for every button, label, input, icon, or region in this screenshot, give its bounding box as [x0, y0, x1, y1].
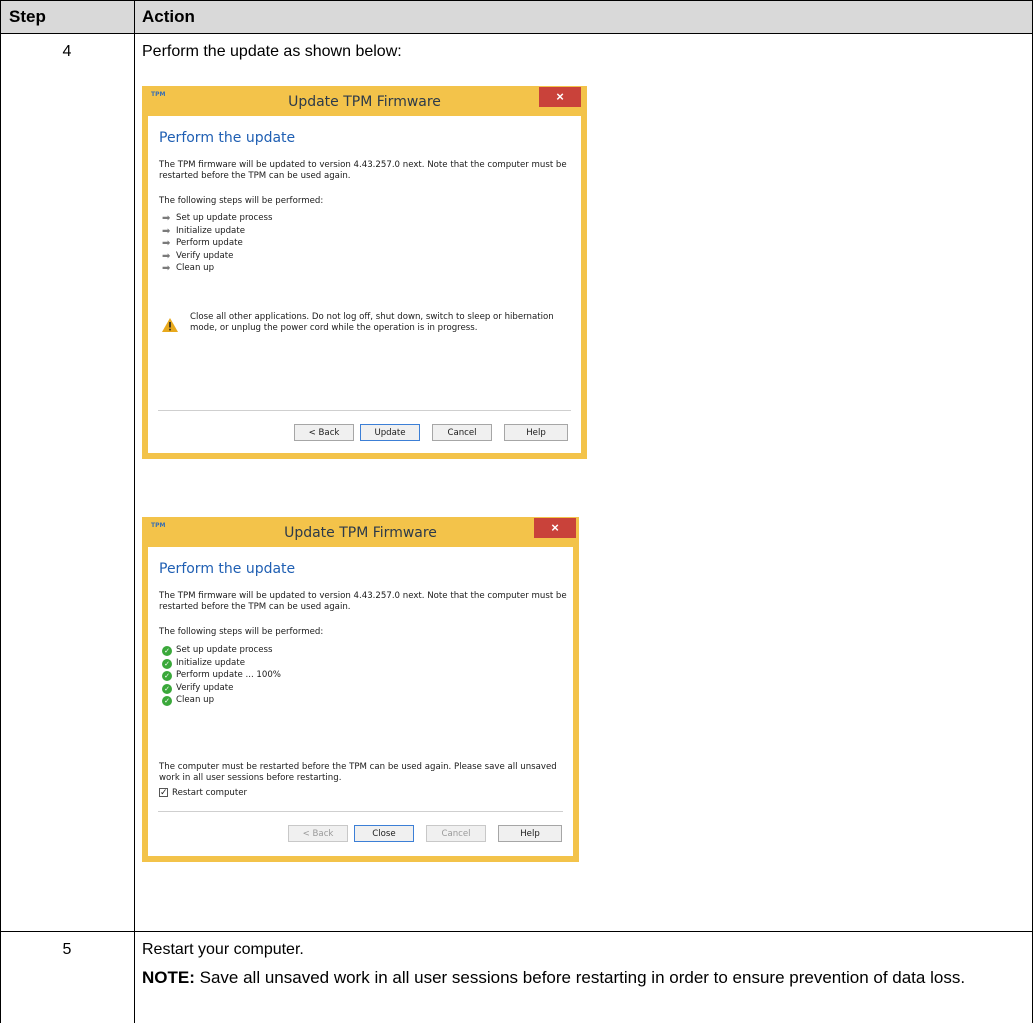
warning-icon	[162, 318, 178, 332]
arrow-icon: ➡	[162, 263, 171, 274]
dialog-content: Perform the update The TPM firmware will…	[148, 547, 573, 856]
steps-list: ✓ Set up update process ✓ Initialize updat…	[162, 644, 281, 707]
help-button[interactable]: Help	[498, 825, 562, 842]
step-5-instruction: Restart your computer.	[142, 941, 304, 958]
dialog-intro: The TPM firmware will be updated to vers…	[159, 160, 567, 181]
list-item: ✓ Perform update ... 100%	[162, 669, 281, 682]
steps-label: The following steps will be performed:	[159, 627, 324, 637]
steps-list: ➡ Set up update process ➡ Initialize updat…	[162, 212, 273, 275]
list-item: ➡ Initialize update	[162, 225, 245, 237]
dialog-separator	[158, 410, 571, 411]
step-4-instruction: Perform the update as shown below:	[142, 43, 402, 60]
note-paragraph: NOTE: Save all unsaved work in all user …	[142, 965, 1012, 990]
update-button[interactable]: Update	[360, 424, 420, 441]
dialog-heading: Perform the update	[159, 561, 296, 577]
table-border-mid	[134, 0, 135, 1023]
check-icon: ✓	[162, 683, 172, 694]
restart-message: The computer must be restarted before th…	[159, 762, 557, 783]
dialog-title: Update TPM Firmware	[284, 525, 437, 541]
dialog-content: Perform the update The TPM firmware will…	[148, 116, 581, 453]
warning-row: Close all other applications. Do not log…	[162, 312, 572, 344]
arrow-icon: ➡	[162, 238, 171, 249]
list-item: ✓ Initialize update	[162, 657, 281, 670]
back-button[interactable]: < Back	[288, 825, 348, 842]
arrow-icon: ➡	[162, 213, 171, 224]
step-number-5: 5	[62, 941, 72, 958]
restart-checkbox[interactable]: ✓	[159, 788, 168, 798]
restart-checkbox-row[interactable]: ✓ Restart computer	[159, 787, 247, 799]
table-border-top	[0, 0, 1033, 1]
list-item: ✓ Clean up	[162, 694, 281, 707]
dialog-update-after: TPM Update TPM Firmware × Perform the up…	[142, 517, 579, 862]
table-border-left	[0, 0, 1, 1023]
check-icon: ✓	[162, 696, 172, 706]
steps-label: The following steps will be performed:	[159, 196, 324, 206]
header-step: Step	[9, 7, 46, 26]
list-item: ➡ Clean up	[162, 263, 215, 274]
table-border-row	[0, 931, 1033, 932]
note-text: Save all unsaved work in all user sessio…	[199, 968, 966, 987]
list-item: ➡ Perform update	[162, 238, 243, 249]
list-item: ✓ Set up update process	[162, 644, 281, 657]
cancel-button[interactable]: Cancel	[426, 825, 486, 842]
dialog-separator	[158, 811, 563, 812]
dialog-intro: The TPM firmware will be updated to vers…	[159, 591, 567, 612]
restart-checkbox-label: Restart computer	[172, 788, 248, 798]
header-action: Action	[142, 7, 195, 26]
list-item: ✓ Verify update	[162, 682, 281, 695]
list-item: ➡ Set up update process	[162, 213, 273, 224]
list-item: ➡ Verify update	[162, 250, 234, 262]
document-page: Step Action 4 Perform the update as show…	[0, 0, 1033, 1023]
arrow-icon: ➡	[162, 250, 171, 262]
arrow-icon: ➡	[162, 225, 171, 237]
table-border-header	[0, 33, 1033, 34]
dialog-update-before: TPM Update TPM Firmware × Perform the up…	[142, 86, 587, 459]
step-number-4: 4	[62, 43, 72, 60]
dialog-title: Update TPM Firmware	[288, 94, 441, 110]
help-button[interactable]: Help	[504, 424, 568, 441]
check-icon: ✓	[162, 646, 172, 656]
dialog-titlebar: TPM Update TPM Firmware ×	[142, 86, 587, 116]
cancel-button[interactable]: Cancel	[432, 424, 492, 441]
check-icon: ✓	[162, 658, 172, 669]
close-icon[interactable]: ×	[534, 518, 576, 538]
close-icon[interactable]: ×	[539, 87, 581, 107]
note-label: NOTE:	[142, 968, 195, 987]
check-icon: ✓	[162, 671, 172, 681]
dialog-titlebar: TPM Update TPM Firmware ×	[142, 517, 579, 547]
back-button[interactable]: < Back	[294, 424, 354, 441]
dialog-heading: Perform the update	[159, 130, 296, 146]
close-button[interactable]: Close	[354, 825, 414, 842]
warning-text: Close all other applications. Do not log…	[190, 312, 554, 333]
